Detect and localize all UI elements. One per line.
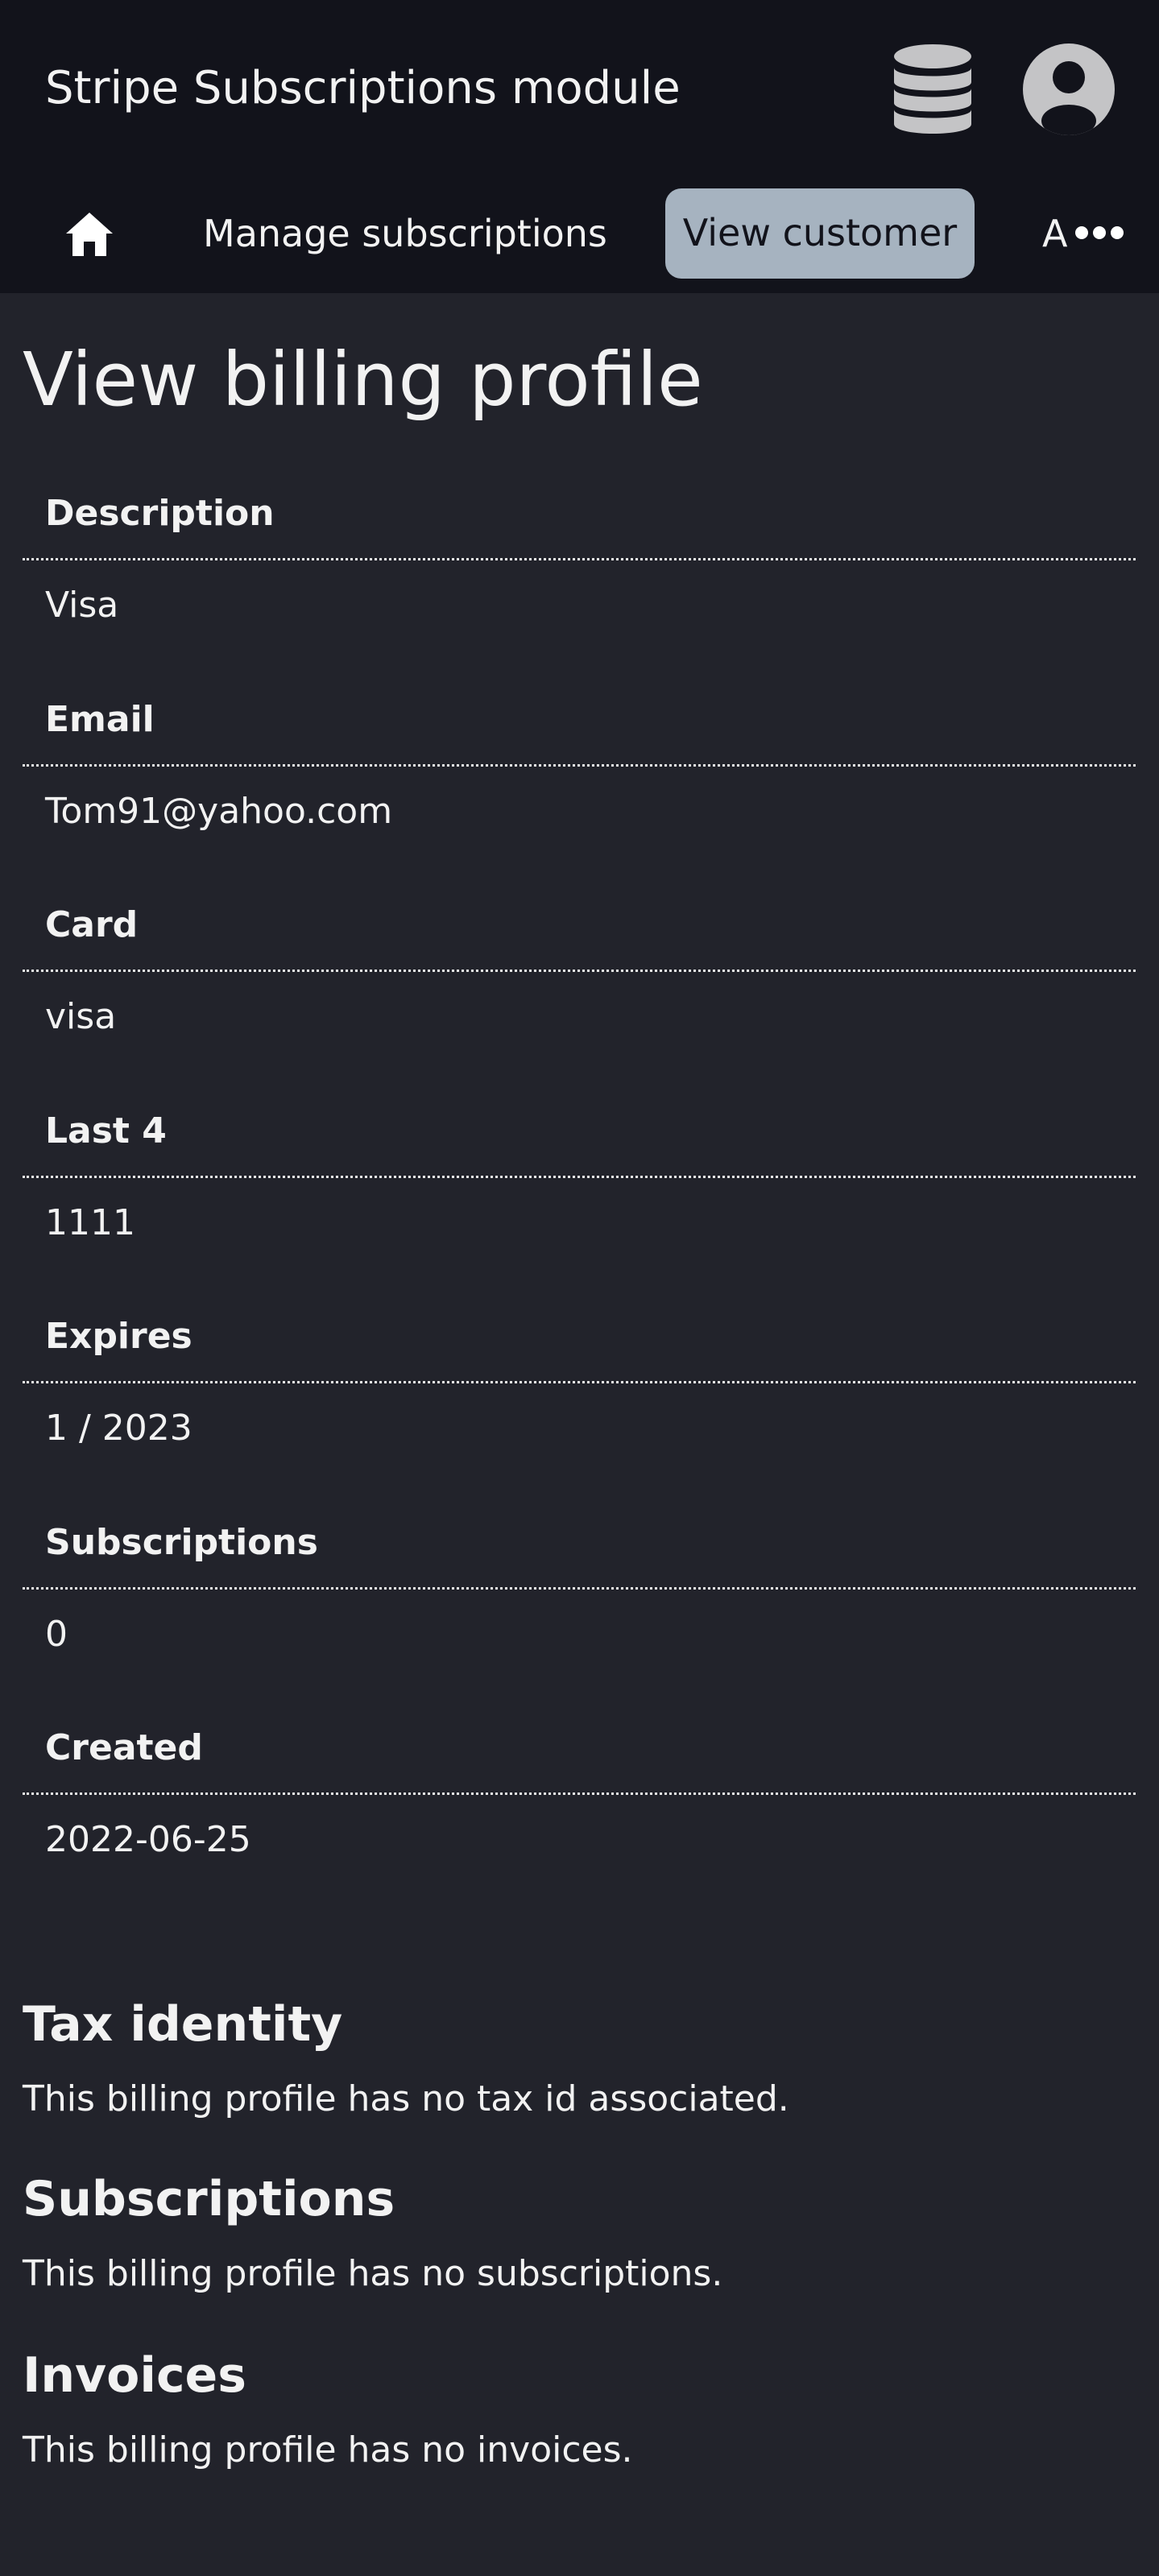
field-description: Description Visa [23, 491, 1136, 697]
ellipsis-icon[interactable] [1074, 221, 1124, 245]
section-text-subscriptions: This billing profile has no subscription… [23, 2253, 723, 2294]
nav-view-customer[interactable]: View customer [665, 188, 975, 279]
field-divider [23, 970, 1136, 972]
field-label: Subscriptions [45, 1522, 318, 1563]
field-value: 1 / 2023 [45, 1408, 192, 1449]
page-title: View billing profile [23, 337, 703, 423]
section-heading-invoices: Invoices [23, 2347, 246, 2404]
field-divider [23, 1792, 1136, 1795]
user-circle-icon[interactable] [1023, 43, 1115, 135]
section-heading-subscriptions: Subscriptions [23, 2171, 395, 2227]
field-label: Expires [45, 1316, 192, 1357]
field-label: Description [45, 493, 275, 534]
top-header: Stripe Subscriptions module Manage subsc… [0, 0, 1159, 293]
field-divider [23, 558, 1136, 560]
field-label: Card [45, 904, 139, 945]
section-heading-tax-identity: Tax identity [23, 1996, 343, 2053]
field-value: Tom91@yahoo.com [45, 791, 393, 832]
field-divider [23, 1176, 1136, 1178]
field-subscriptions: Subscriptions 0 [23, 1520, 1136, 1726]
field-email: Email Tom91@yahoo.com [23, 697, 1136, 903]
field-card: Card visa [23, 903, 1136, 1109]
field-label: Email [45, 699, 155, 740]
field-value: 1111 [45, 1202, 135, 1243]
field-label: Last 4 [45, 1110, 167, 1152]
field-value: 0 [45, 1614, 68, 1655]
section-text-tax-identity: This billing profile has no tax id assoc… [23, 2078, 789, 2119]
field-last-4: Last 4 1111 [23, 1109, 1136, 1315]
field-created: Created 2022-06-25 [23, 1726, 1136, 1932]
field-value: Visa [45, 585, 119, 626]
database-icon[interactable] [892, 43, 973, 137]
field-label: Created [45, 1727, 203, 1768]
nav-manage-subscriptions[interactable]: Manage subscriptions [203, 187, 607, 280]
app-title[interactable]: Stripe Subscriptions module [45, 61, 681, 116]
section-text-invoices: This billing profile has no invoices. [23, 2429, 633, 2471]
field-divider [23, 1587, 1136, 1590]
field-divider [23, 1381, 1136, 1383]
main-nav: Manage subscriptions View customer A [0, 187, 1159, 280]
field-value: visa [45, 996, 117, 1037]
nav-item-truncated[interactable]: A [1039, 187, 1073, 280]
field-value: 2022-06-25 [45, 1819, 251, 1860]
home-icon[interactable] [64, 211, 114, 258]
nav-item-truncated-label: A [1042, 212, 1068, 255]
field-expires: Expires 1 / 2023 [23, 1314, 1136, 1520]
field-divider [23, 764, 1136, 767]
